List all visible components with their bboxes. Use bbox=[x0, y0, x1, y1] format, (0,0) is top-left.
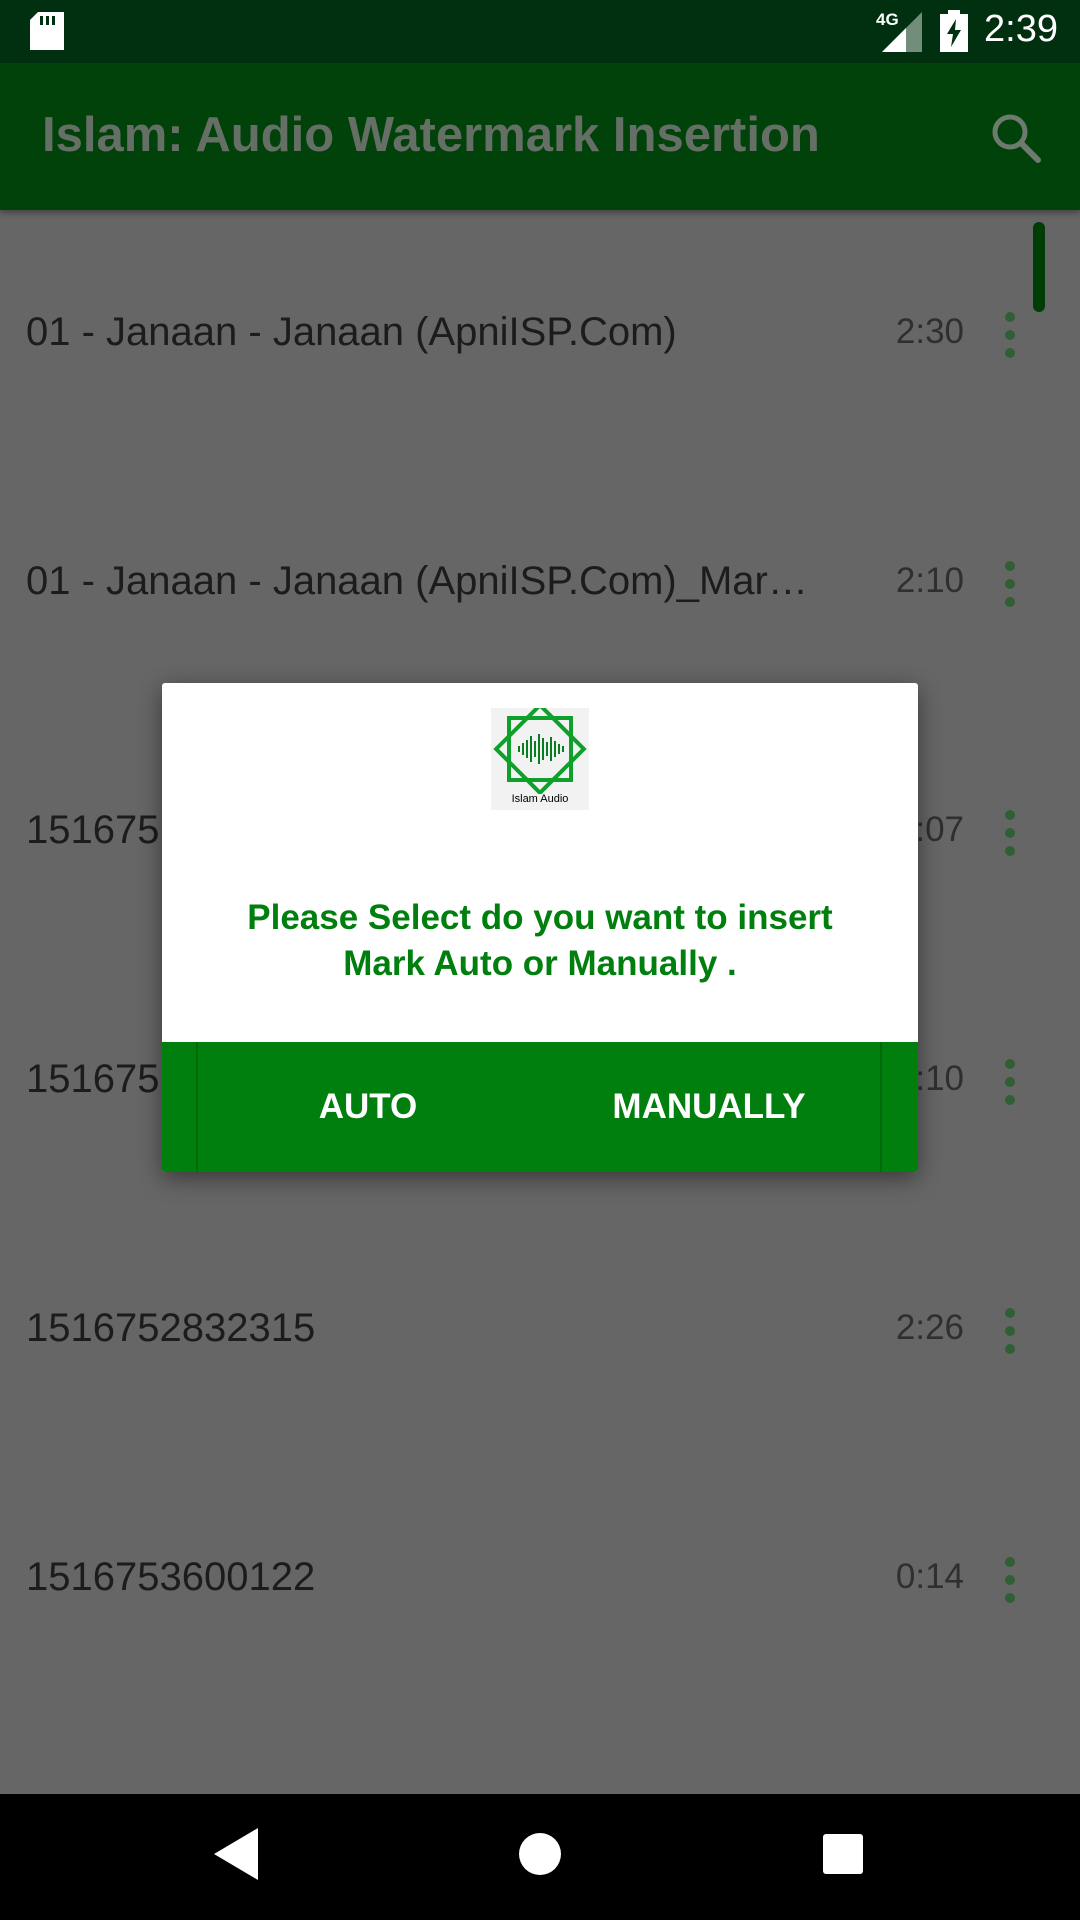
manually-button[interactable]: MANUALLY bbox=[538, 1042, 880, 1172]
file-name: 151675 bbox=[26, 808, 160, 852]
status-time: 2:39 bbox=[984, 8, 1058, 50]
app-logo: Islam Audio bbox=[491, 702, 589, 810]
file-name: 01 - Janaan - Janaan (ApniISP.Com)_Mar… bbox=[26, 559, 806, 603]
battery-charging-icon bbox=[940, 10, 968, 52]
recents-icon[interactable] bbox=[823, 1834, 863, 1874]
screen: 4G 2:39 Islam: Audio Watermark Insertion… bbox=[0, 0, 1080, 1920]
status-bar: 4G 2:39 bbox=[0, 0, 1080, 63]
list-item[interactable]: 1516753600122 0:14 bbox=[0, 1457, 1080, 1706]
file-name: 151675 bbox=[26, 1057, 160, 1101]
scrollbar[interactable] bbox=[1033, 222, 1045, 312]
file-duration: :07 bbox=[915, 810, 964, 849]
file-duration: 2:26 bbox=[895, 1308, 964, 1347]
home-icon[interactable] bbox=[518, 1832, 562, 1876]
file-duration: 0:14 bbox=[895, 1557, 964, 1596]
app-bar: Islam: Audio Watermark Insertion bbox=[0, 63, 1080, 210]
more-vert-icon[interactable] bbox=[998, 1057, 1022, 1107]
app-title: Islam: Audio Watermark Insertion bbox=[42, 108, 820, 162]
more-vert-icon[interactable] bbox=[998, 310, 1022, 360]
file-duration: 2:10 bbox=[895, 561, 964, 600]
more-vert-icon[interactable] bbox=[998, 559, 1022, 609]
file-name: 1516752832315 bbox=[26, 1306, 316, 1350]
file-duration: :10 bbox=[915, 1059, 964, 1098]
search-icon[interactable] bbox=[988, 110, 1044, 166]
list-item[interactable]: 01 - Janaan - Janaan (ApniISP.Com) 2:30 bbox=[0, 212, 1080, 461]
sd-card-icon bbox=[30, 12, 64, 50]
navigation-bar bbox=[0, 1794, 1080, 1920]
auto-button[interactable]: AUTO bbox=[198, 1042, 538, 1172]
list-item[interactable]: 1516752832315 2:26 bbox=[0, 1208, 1080, 1457]
back-icon[interactable] bbox=[214, 1828, 258, 1880]
divider bbox=[880, 1042, 882, 1172]
logo-caption: Islam Audio bbox=[511, 793, 569, 805]
file-name: 1516753600122 bbox=[26, 1555, 316, 1599]
dialog-message: Please Select do you want to insert Mark… bbox=[247, 898, 833, 983]
list-item[interactable]: 01 - Janaan - Janaan (ApniISP.Com)_Mar… … bbox=[0, 461, 1080, 710]
dialog-actions: AUTO MANUALLY bbox=[162, 1042, 918, 1172]
more-vert-icon[interactable] bbox=[998, 808, 1022, 858]
file-duration: 2:30 bbox=[895, 312, 964, 351]
file-name: 01 - Janaan - Janaan (ApniISP.Com) bbox=[26, 310, 677, 354]
sound-wave-logo-icon bbox=[493, 702, 587, 796]
cell-signal-icon bbox=[882, 12, 922, 52]
more-vert-icon[interactable] bbox=[998, 1555, 1022, 1605]
insert-mode-dialog: Islam Audio Please Select do you want to… bbox=[162, 683, 918, 1172]
more-vert-icon[interactable] bbox=[998, 1306, 1022, 1356]
